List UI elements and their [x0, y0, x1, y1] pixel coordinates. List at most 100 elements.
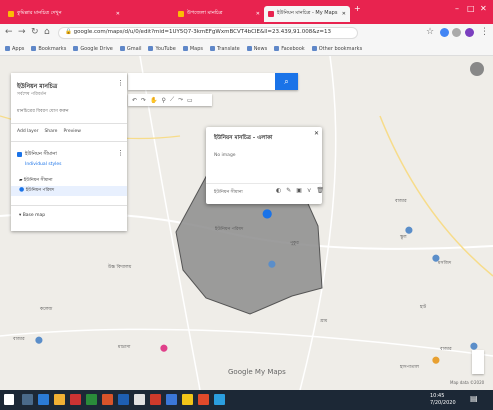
taskbar-app-icon[interactable]: [54, 394, 65, 405]
place-marker-icon[interactable]: ⬤: [470, 342, 478, 350]
info-title: ইউনিয়ন মানচিত্র - এলাকা: [214, 135, 273, 141]
taskbar-app-icon[interactable]: [102, 394, 113, 405]
place-marker-icon[interactable]: ⬤: [35, 336, 43, 344]
layer-item-label: ইউনিয়ন পরিষদ: [25, 188, 55, 193]
forward-icon[interactable]: →: [18, 27, 26, 37]
route-tool-icon[interactable]: ⤳: [178, 96, 183, 104]
photo-icon[interactable]: ▣: [296, 187, 302, 194]
back-icon[interactable]: ←: [5, 27, 13, 37]
new-tab-icon[interactable]: +: [354, 4, 361, 13]
place-marker-icon[interactable]: ⬤: [405, 226, 413, 234]
taskbar-app-icon[interactable]: [214, 394, 225, 405]
map-label: বাজার: [395, 199, 407, 204]
preview-button[interactable]: Preview: [63, 129, 81, 134]
bookmark-item[interactable]: Other bookmarks: [311, 46, 362, 52]
zoom-control[interactable]: [472, 350, 484, 374]
bookmark-item[interactable]: YouTube: [148, 46, 176, 52]
base-map-toggle[interactable]: ▾ Base map: [19, 213, 45, 218]
favicon-icon: [8, 11, 14, 17]
notification-icon[interactable]: ▤: [470, 394, 478, 403]
clock-date[interactable]: 7/20/2020: [430, 400, 456, 406]
bookmarks-bar: Apps Bookmarks Google Drive Gmail YouTub…: [0, 42, 493, 56]
marker-icon: ●: [19, 186, 25, 193]
layer-item-selected[interactable]: ● ইউনিয়ন পরিষদ: [11, 186, 127, 196]
delete-icon[interactable]: 🗑: [316, 187, 324, 194]
maximize-icon[interactable]: □: [467, 4, 475, 13]
minimize-icon[interactable]: –: [455, 4, 459, 13]
bookmark-item[interactable]: Gmail: [119, 46, 141, 52]
menu-icon[interactable]: ⋮: [480, 27, 489, 37]
add-layer-button[interactable]: Add layer: [17, 129, 38, 134]
paint-style-icon[interactable]: ◐: [276, 187, 281, 194]
map-subtitle: সর্বশেষ পরিবর্তন: [17, 92, 47, 97]
divider: [11, 141, 127, 142]
undo-icon[interactable]: ↶: [132, 97, 137, 104]
taskbar-app-icon[interactable]: [22, 394, 33, 405]
place-marker-icon[interactable]: ⬤: [160, 344, 168, 352]
bookmark-item[interactable]: Apps: [5, 46, 24, 52]
map-label: পুকুর: [290, 241, 299, 246]
close-icon[interactable]: ✕: [253, 11, 260, 17]
extension-icon[interactable]: [452, 28, 461, 37]
reload-icon[interactable]: ↻: [31, 27, 39, 37]
bookmark-item[interactable]: Facebook: [274, 46, 305, 52]
map-label: হাট: [420, 305, 427, 310]
clock-time[interactable]: 10:45: [430, 393, 444, 399]
tab-3-active[interactable]: ইউনিয়ন মানচিত্র - My Maps ✕: [264, 6, 350, 22]
address-bar[interactable]: 🔒 google.com/maps/d/u/0/edit?mid=1UY5Q7-…: [58, 27, 358, 39]
place-marker-icon[interactable]: ⬤: [432, 254, 440, 262]
tab-2[interactable]: উপজেলা মানচিত্র ✕: [174, 6, 264, 22]
star-icon[interactable]: ☆: [426, 27, 434, 37]
divider: [206, 183, 322, 184]
start-icon[interactable]: [4, 394, 14, 405]
edit-icon[interactable]: ✎: [286, 187, 291, 194]
bookmark-item[interactable]: News: [246, 46, 267, 52]
taskbar-app-icon[interactable]: [38, 394, 49, 405]
profile-avatar[interactable]: [465, 28, 474, 37]
share-button[interactable]: Share: [44, 129, 57, 134]
taskbar-app-icon[interactable]: [182, 394, 193, 405]
close-icon[interactable]: ✕: [339, 11, 346, 17]
map-label: বাজার: [440, 347, 452, 352]
layer-name[interactable]: ইউনিয়ন সীমানা: [25, 151, 57, 159]
redo-icon[interactable]: ↷: [141, 97, 146, 104]
map-description[interactable]: মানচিত্রের বিবরণ যোগ করুন: [17, 108, 69, 115]
search-input[interactable]: [128, 73, 298, 90]
pegman-icon[interactable]: [470, 62, 484, 76]
place-marker-icon[interactable]: ⬤: [268, 260, 276, 268]
taskbar-app-icon[interactable]: [118, 394, 129, 405]
bookmark-item[interactable]: Maps: [182, 46, 203, 52]
close-window-icon[interactable]: ✕: [480, 4, 487, 13]
taskbar-app-icon[interactable]: [198, 394, 209, 405]
line-tool-icon[interactable]: ⟋: [170, 96, 174, 104]
ruler-icon[interactable]: ▭: [187, 97, 193, 104]
filter-icon[interactable]: ⋎: [307, 187, 311, 194]
extension-icon[interactable]: [440, 28, 449, 37]
search-button[interactable]: ⌕: [275, 73, 298, 90]
taskbar-app-icon[interactable]: [166, 394, 177, 405]
taskbar-app-icon[interactable]: [134, 394, 145, 405]
tab-title: ইউনিয়ন মানচিত্র - My Maps: [277, 10, 338, 16]
place-marker-icon[interactable]: ⬤: [432, 356, 440, 364]
bookmark-item[interactable]: Translate: [209, 46, 240, 52]
hand-icon[interactable]: ✋: [150, 97, 157, 104]
layer-item[interactable]: ▰ ইউনিয়ন সীমানা: [19, 177, 53, 184]
selected-marker-icon[interactable]: ●: [262, 206, 272, 220]
taskbar-app-icon[interactable]: [86, 394, 97, 405]
marker-tool-icon[interactable]: ⚲: [162, 97, 166, 104]
divider: [11, 123, 127, 124]
home-icon[interactable]: ⌂: [44, 27, 50, 37]
layer-options-icon[interactable]: ⋮: [117, 149, 124, 157]
map-attribution: Map data ©2020: [450, 380, 485, 385]
more-options-icon[interactable]: ⋮: [117, 79, 124, 87]
close-icon[interactable]: ✕: [113, 11, 120, 17]
taskbar-app-icon[interactable]: [150, 394, 161, 405]
tab-1[interactable]: কুমিল্লার মানচিত্র দেখুন ✕: [4, 6, 124, 22]
bookmark-item[interactable]: Google Drive: [73, 46, 113, 52]
close-icon[interactable]: ✕: [314, 130, 319, 137]
bookmark-item[interactable]: Bookmarks: [31, 46, 66, 52]
layer-style-link[interactable]: Individual styles: [25, 162, 61, 167]
layer-checkbox[interactable]: [17, 152, 22, 157]
map-label: স্কুল: [400, 235, 407, 240]
taskbar-app-icon[interactable]: [70, 394, 81, 405]
